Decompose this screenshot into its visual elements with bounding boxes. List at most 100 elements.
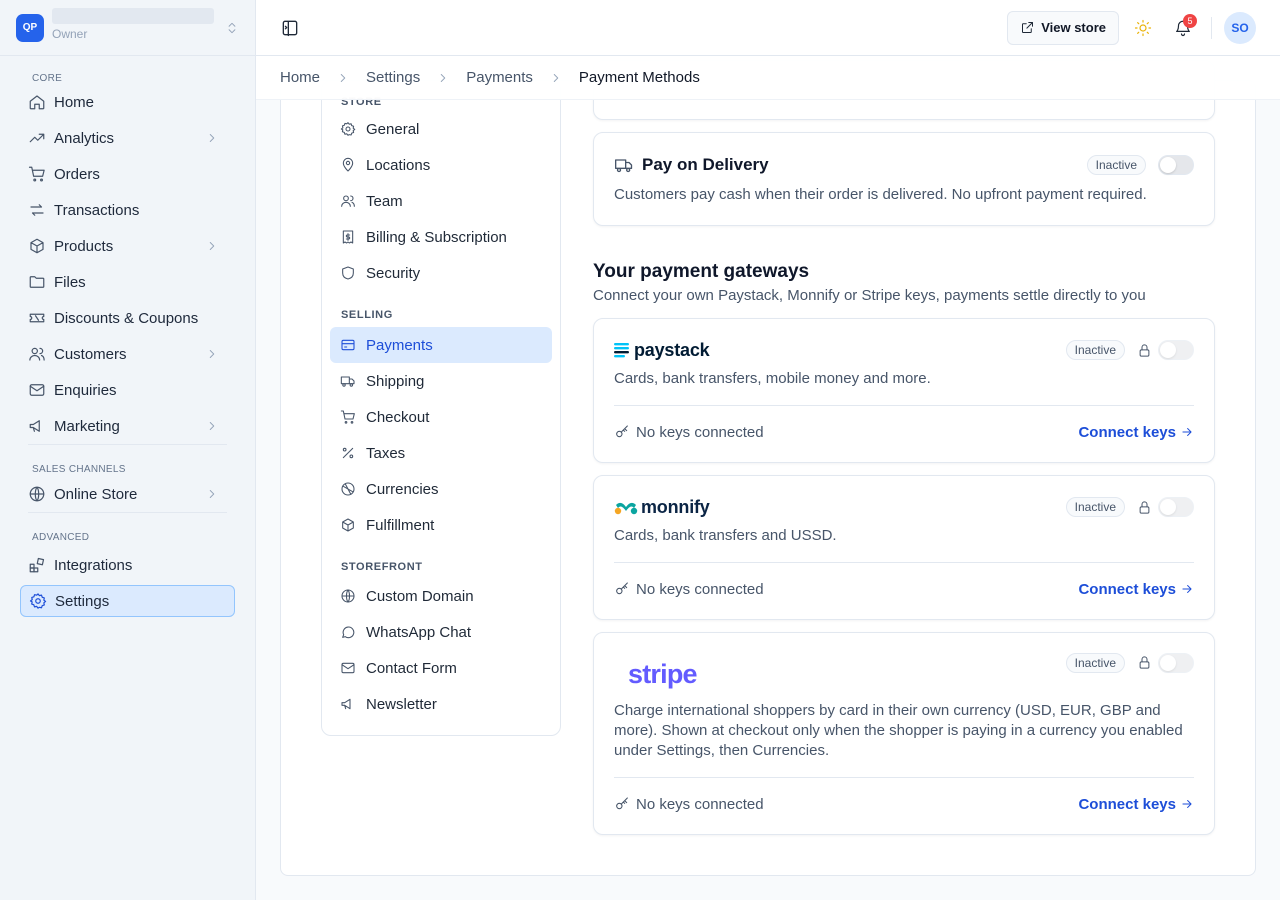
breadcrumb-settings[interactable]: Settings [366,69,420,86]
keys-status: No keys connected [636,423,764,441]
stripe-logo: stripe [628,659,698,689]
subnav-item-label: Locations [366,156,431,174]
subnav-item-label: Fulfillment [366,516,435,534]
shield-icon [342,266,354,280]
subnav-item-newsletter[interactable]: Newsletter [330,686,552,722]
top-bar: View store 5 SO [256,0,1280,56]
chevron-right-icon [209,134,215,142]
connect-keys-label: Connect keys [1078,795,1176,813]
breadcrumb: Home Settings Payments Payment Methods [256,56,1280,100]
box-icon [30,238,44,254]
receipt-icon [342,230,354,244]
avatar[interactable]: SO [1224,11,1256,44]
theme-toggle-button[interactable] [1123,11,1163,45]
subnav-item-payments[interactable]: Payments [330,327,552,363]
notifications-button[interactable]: 5 [1163,11,1203,45]
subnav-item-shipping[interactable]: Shipping [330,363,552,399]
sidebar-item-settings[interactable]: Settings [20,585,235,617]
status-badge: Inactive [1065,653,1125,673]
pay-on-delivery-toggle[interactable] [1158,155,1194,175]
credit-card-icon [341,339,355,351]
sidebar: QP Owner CORE Home Analytics Orders Tran… [0,0,256,900]
sidebar-item-enquiries[interactable]: Enquiries [20,374,235,406]
view-store-label: View store [1041,20,1106,35]
sidebar-item-files[interactable]: Files [20,266,235,298]
subnav-item-label: Currencies [366,480,439,498]
subnav-item-security[interactable]: Security [330,255,552,291]
megaphone-icon [29,420,40,432]
mail-icon [341,662,355,674]
megaphone-icon [341,698,351,710]
pay-on-delivery-description: Customers pay cash when their order is d… [614,186,1147,203]
keys-status: No keys connected [636,580,764,598]
sidebar-item-label: Files [54,273,86,291]
status-badge: Inactive [1086,155,1146,175]
subnav-item-whatsapp[interactable]: WhatsApp Chat [330,614,552,650]
sidebar-item-home[interactable]: Home [20,86,235,118]
subnav-item-taxes[interactable]: Taxes [330,435,552,471]
subnav-item-label: Team [366,192,403,210]
paystack-toggle[interactable] [1158,340,1194,360]
subnav-item-label: WhatsApp Chat [366,623,472,641]
subnav-item-checkout[interactable]: Checkout [330,399,552,435]
truck-icon [340,376,355,387]
view-store-button[interactable]: View store [1007,10,1119,45]
subnav-item-general[interactable]: General [330,111,552,147]
subnav-item-contact-form[interactable]: Contact Form [330,650,552,686]
stripe-description: Charge international shoppers by card in… [614,702,1183,759]
sidebar-item-online-store[interactable]: Online Store [20,478,235,510]
status-badge: Inactive [1065,497,1125,517]
store-role: Owner [52,27,88,41]
connect-keys-label: Connect keys [1078,580,1176,598]
sidebar-item-products[interactable]: Products [20,230,235,262]
lock-icon [1139,500,1150,514]
truck-icon [615,159,633,173]
monnify-card: monnify Inactive Cards, bank transfers a… [593,475,1215,620]
chevron-right-icon [441,73,446,82]
globe-icon [341,589,355,603]
subnav-item-locations[interactable]: Locations [330,147,552,183]
paystack-mark-icon [614,343,629,358]
coins-icon [341,482,355,496]
paystack-logo: paystack [614,340,710,361]
chevrons-updown-icon[interactable] [225,21,239,35]
sidebar-item-label: Products [54,237,114,255]
subnav-item-team[interactable]: Team [330,183,552,219]
sidebar-item-integrations[interactable]: Integrations [20,549,235,581]
package-icon [342,518,354,532]
sidebar-item-label: Settings [55,592,110,610]
users-icon [29,347,45,361]
notification-count-badge: 5 [1183,13,1197,28]
sidebar-item-marketing[interactable]: Marketing [20,410,235,442]
folder-icon [29,276,45,288]
nav-divider [28,444,227,445]
stripe-toggle[interactable] [1158,653,1194,673]
subnav-item-fulfillment[interactable]: Fulfillment [330,507,552,543]
sidebar-item-discounts[interactable]: Discounts & Coupons [20,302,235,334]
subnav-item-label: Shipping [366,372,425,390]
pay-on-delivery-title: Pay on Delivery [642,155,769,174]
monnify-connect-keys-link[interactable]: Connect keys [1078,581,1194,598]
monnify-toggle[interactable] [1158,497,1194,517]
gateways-section-subtitle: Connect your own Paystack, Monnify or St… [593,287,1146,304]
sidebar-toggle-icon[interactable] [280,18,300,38]
paystack-description: Cards, bank transfers, mobile money and … [614,370,931,387]
sidebar-item-orders[interactable]: Orders [20,158,235,190]
store-switcher[interactable]: QP Owner [0,0,255,56]
arrow-right-icon [1182,428,1192,436]
map-pin-icon [342,157,354,172]
paystack-connect-keys-link[interactable]: Connect keys [1078,424,1194,441]
breadcrumb-payments[interactable]: Payments [466,69,533,86]
monnify-wordmark: monnify [641,496,710,517]
sidebar-item-analytics[interactable]: Analytics [20,122,235,154]
subnav-item-currencies[interactable]: Currencies [330,471,552,507]
subnav-item-billing[interactable]: Billing & Subscription [330,219,552,255]
sidebar-item-transactions[interactable]: Transactions [20,194,235,226]
chevron-right-icon [553,73,559,82]
stripe-connect-keys-link[interactable]: Connect keys [1078,796,1194,813]
sidebar-item-customers[interactable]: Customers [20,338,235,370]
gear-icon [29,593,47,609]
subnav-item-label: Custom Domain [366,587,474,605]
breadcrumb-home[interactable]: Home [280,69,320,86]
subnav-item-custom-domain[interactable]: Custom Domain [330,578,552,614]
